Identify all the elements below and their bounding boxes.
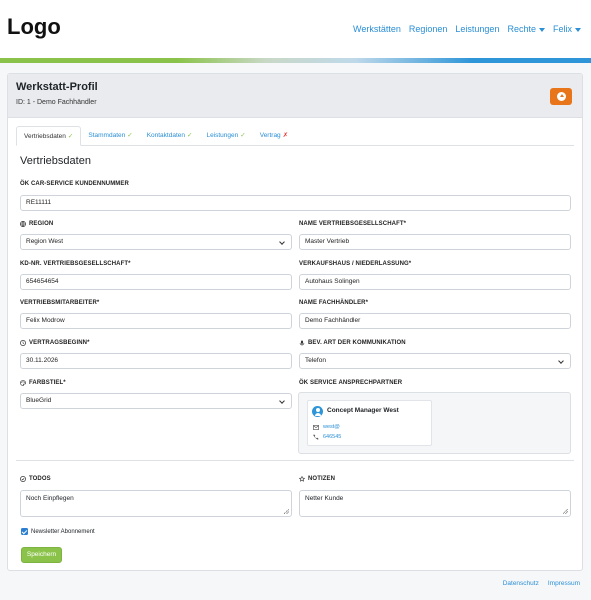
ansprechpartner-box: Concept Manager West west@ 646545 [298,392,571,454]
contact-card[interactable]: Concept Manager West west@ 646545 [307,400,432,446]
tab-label: Vertriebsdaten [24,133,66,140]
nav-leistungen[interactable]: Leistungen [455,24,499,34]
notizen-textarea[interactable]: Netter Kunde [299,490,571,517]
contact-phone[interactable]: 646545 [323,434,341,440]
label-text: Notizen [308,476,336,482]
section-divider [16,460,574,461]
clock-icon [20,340,26,346]
newsletter-label[interactable]: Newsletter Abonnement [31,529,95,535]
kommunikation-label: Bev. Art der Kommunikation [299,340,406,346]
tab-label: Kontaktdaten [146,132,185,139]
footer-datenschutz-link[interactable]: Datenschutz [503,580,539,587]
label-text: Verkaufshaus / Niederlassung* [299,261,412,267]
contact-phone-row[interactable]: 646545 [313,434,341,440]
contact-email[interactable]: west@ [323,424,340,430]
kommunikation-select[interactable]: Telefon [299,353,571,369]
tab-vertriebsdaten[interactable]: Vertriebsdaten ✓ [16,126,82,146]
label-text: KD-Nr. Vertriebsgesellschaft* [20,261,131,267]
vertragsbeginn-label: Vertragsbeginn* [20,340,90,346]
contact-name: Concept Manager West [327,407,399,414]
name-vertriebsgesellschaft-field[interactable]: Master Vertrieb [299,234,571,250]
vertriebsmitarbeiter-field[interactable]: Felix Modrow [20,313,292,329]
label-text: Todos [29,476,51,482]
cross-icon: ✗ [282,132,289,139]
phone-icon [313,434,319,440]
label-text: ÖK Car-Service Kundennummer [20,181,129,187]
name-fachhaendler-field[interactable]: Demo Fachhändler [299,313,571,329]
tab-leistungen[interactable]: Leistungen ✓ [199,126,252,146]
newsletter-row: Newsletter Abonnement [21,528,95,535]
envelope-icon [313,424,319,430]
main-nav: Werkstätten Regionen Leistungen Rechte F… [353,24,581,34]
todos-textarea[interactable]: Noch Einpflegen [20,490,292,517]
tab-vertrag[interactable]: Vertrag ✗ [253,126,295,146]
label-text: Vertragsbeginn* [29,340,90,346]
tab-kontaktdaten[interactable]: Kontaktdaten ✓ [140,126,200,146]
upload-circle-icon [557,92,566,101]
label-text: Farbstiel* [29,380,66,386]
kd-nr-field[interactable]: 654654654 [20,274,292,290]
page-title: Werkstatt-Profil [16,81,98,93]
palette-icon [20,380,26,386]
ansprechpartner-label: ÖK Service Ansprechpartner [299,380,402,386]
upload-button[interactable] [550,88,572,105]
verkaufshaus-field[interactable]: Autohaus Solingen [299,274,571,290]
name-vertriebsgesellschaft-label: Name Vertriebsgesellschaft* [299,221,406,227]
kd-nr-label: KD-Nr. Vertriebsgesellschaft* [20,261,131,267]
footer-impressum-link[interactable]: Impressum [548,580,580,587]
label-text: Name Fachhändler* [299,300,369,306]
check-icon: ✓ [67,133,74,140]
label-text: ÖK Service Ansprechpartner [299,380,403,386]
profile-tabs: Vertriebsdaten ✓ Stammdaten ✓ Kontaktdaten… [16,126,574,146]
nav-werkstaetten[interactable]: Werkstätten [353,24,401,34]
card-header: Werkstatt-Profil ID: 1 - Demo Fachhändle… [8,74,582,118]
kundennummer-label: ÖK Car-Service Kundennummer [20,181,129,187]
logo[interactable]: Logo [7,14,61,40]
tab-label: Stammdaten [88,132,126,139]
check-icon: ✓ [127,132,133,139]
tab-stammdaten[interactable]: Stammdaten ✓ [81,126,139,146]
kundennummer-field[interactable]: RE11111 [20,195,571,211]
top-navbar: Logo Werkstätten Regionen Leistungen Rec… [0,0,591,58]
check-icon: ✓ [240,132,246,139]
tab-label: Vertrag [259,132,281,139]
page-subtitle: ID: 1 - Demo Fachhändler [16,99,97,106]
globe-icon [20,221,26,227]
region-select[interactable]: Region West [20,234,292,250]
brand-gradient-bar [0,58,591,63]
contact-email-row[interactable]: west@ [313,424,340,430]
nav-user-dropdown[interactable]: Felix [553,24,581,34]
section-title: Vertriebsdaten [20,155,91,167]
vertriebsmitarbeiter-label: Vertriebsmitarbeiter* [20,300,99,306]
label-text: Region [29,221,54,227]
newsletter-checkbox[interactable] [21,528,28,535]
farbstiel-label: Farbstiel* [20,380,66,386]
verkaufshaus-label: Verkaufshaus / Niederlassung* [299,261,411,267]
profile-card: Werkstatt-Profil ID: 1 - Demo Fachhändle… [7,73,583,571]
check-icon: ✓ [187,132,193,139]
microphone-icon [299,340,305,346]
footer-links: Datenschutz Impressum [503,580,580,587]
label-text: Name Vertriebsgesellschaft* [299,221,407,227]
tab-label: Leistungen [206,132,239,139]
nav-rechte-dropdown[interactable]: Rechte [507,24,545,34]
star-icon [299,476,305,482]
farbstiel-select[interactable]: BlueGrid [20,393,292,409]
save-button[interactable]: Speichern [21,547,62,563]
vertragsbeginn-field[interactable]: 30.11.2026 [20,353,292,369]
name-fachhaendler-label: Name Fachhändler* [299,300,368,306]
avatar-icon [312,406,323,417]
nav-regionen[interactable]: Regionen [409,24,448,34]
label-text: Vertriebsmitarbeiter* [20,300,100,306]
notizen-label: Notizen [299,476,335,482]
check-circle-icon [20,476,26,482]
todos-label: Todos [20,476,51,482]
region-label: Region [20,221,53,227]
label-text: Bev. Art der Kommunikation [308,340,406,346]
